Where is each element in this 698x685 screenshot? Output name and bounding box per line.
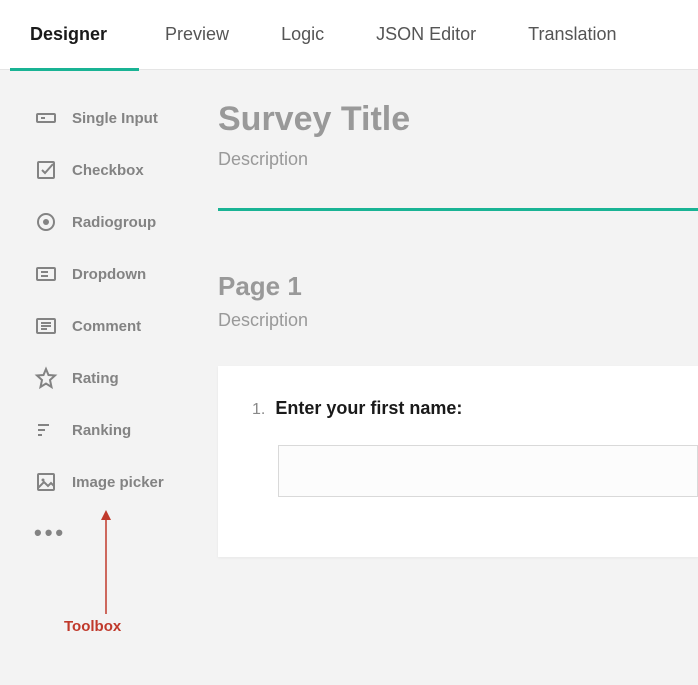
checkbox-icon xyxy=(34,158,58,182)
dropdown-icon xyxy=(34,262,58,286)
tab-designer[interactable]: Designer xyxy=(10,0,139,70)
toolbox-item-single-input[interactable]: Single Input xyxy=(0,92,188,144)
question-input[interactable] xyxy=(278,445,698,497)
ranking-icon xyxy=(34,418,58,442)
more-icon: ••• xyxy=(34,520,66,545)
rating-icon xyxy=(34,366,58,390)
toolbox-item-label: Single Input xyxy=(72,110,158,127)
toolbox-item-label: Checkbox xyxy=(72,162,144,179)
comment-icon xyxy=(34,314,58,338)
toolbox-item-label: Rating xyxy=(72,370,119,387)
annotation-label: Toolbox xyxy=(64,618,121,635)
toolbox-item-dropdown[interactable]: Dropdown xyxy=(0,248,188,300)
tab-logic[interactable]: Logic xyxy=(255,0,350,70)
image-picker-icon xyxy=(34,470,58,494)
toolbox-more[interactable]: ••• xyxy=(0,508,188,558)
question-row: 1. Enter your first name: xyxy=(252,398,698,419)
radiogroup-icon xyxy=(34,210,58,234)
toolbox-item-image-picker[interactable]: Image picker xyxy=(0,456,188,508)
toolbox-item-comment[interactable]: Comment xyxy=(0,300,188,352)
toolbox-item-ranking[interactable]: Ranking xyxy=(0,404,188,456)
question-number: 1. xyxy=(252,401,265,419)
toolbox-item-label: Comment xyxy=(72,318,141,335)
workspace: Single Input Checkbox Radiogroup xyxy=(0,70,698,685)
toolbox-item-label: Dropdown xyxy=(72,266,146,283)
survey-description[interactable]: Description xyxy=(218,149,698,170)
question-text[interactable]: Enter your first name: xyxy=(275,398,462,419)
survey-divider xyxy=(218,208,698,211)
toolbox-item-rating[interactable]: Rating xyxy=(0,352,188,404)
designer-canvas: Survey Title Description Page 1 Descript… xyxy=(188,70,698,685)
toolbox: Single Input Checkbox Radiogroup xyxy=(0,70,188,685)
tab-translation[interactable]: Translation xyxy=(502,0,642,70)
page-description[interactable]: Description xyxy=(218,310,698,331)
toolbox-item-checkbox[interactable]: Checkbox xyxy=(0,144,188,196)
toolbox-item-label: Image picker xyxy=(72,474,164,491)
question-card[interactable]: 1. Enter your first name: xyxy=(218,366,698,557)
tab-bar: Designer Preview Logic JSON Editor Trans… xyxy=(0,0,698,70)
single-input-icon xyxy=(34,106,58,130)
survey-title[interactable]: Survey Title xyxy=(218,100,698,139)
toolbox-item-label: Radiogroup xyxy=(72,214,156,231)
page-title[interactable]: Page 1 xyxy=(218,271,698,302)
tab-preview[interactable]: Preview xyxy=(139,0,255,70)
tab-json-editor[interactable]: JSON Editor xyxy=(350,0,502,70)
toolbox-item-radiogroup[interactable]: Radiogroup xyxy=(0,196,188,248)
toolbox-item-label: Ranking xyxy=(72,422,131,439)
